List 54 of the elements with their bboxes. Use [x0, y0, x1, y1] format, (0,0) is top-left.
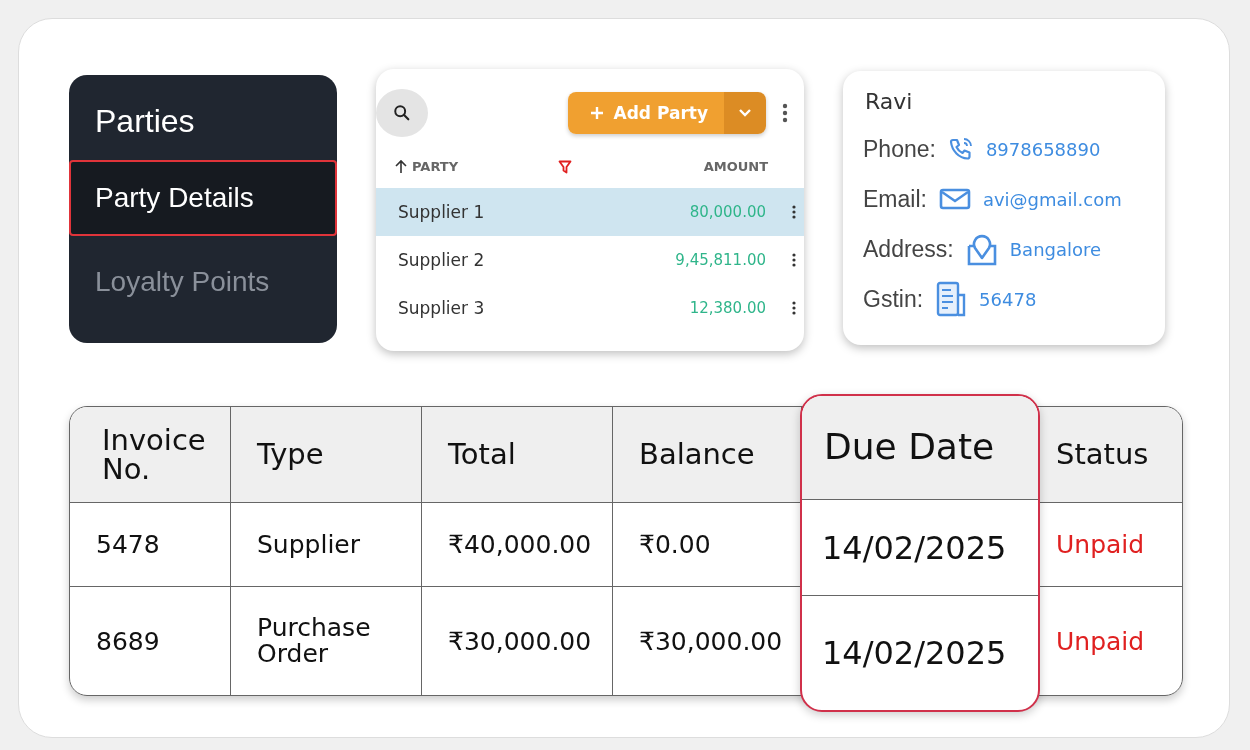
table-cell-text: ₹30,000.00 [638, 625, 784, 658]
column-header: Status [1040, 407, 1182, 503]
map-pin-icon [965, 232, 998, 266]
table-cell-text: 14/02/2025 [821, 633, 1008, 675]
table-cell: 14/02/2025 [802, 499, 1038, 597]
table-cell-text: Purchase Order [256, 611, 372, 670]
table-cell: Supplier [231, 503, 421, 587]
column-header: Due Date [802, 396, 1038, 500]
party-row[interactable]: Supplier 1 80,000.00 [376, 188, 804, 236]
party-amount: 12,380.00 [689, 299, 766, 317]
table-cell: ₹40,000.00 [422, 503, 612, 587]
column-header: AMOUNT [703, 159, 768, 174]
phone-icon [947, 136, 974, 162]
table-cell-text: 8689 [95, 625, 161, 658]
document-icon [935, 281, 968, 317]
field-label: Address: [863, 235, 954, 263]
party-amount: 80,000.00 [689, 203, 766, 221]
table-cell-text: ₹30,000.00 [447, 625, 593, 658]
field-label: Phone: [863, 135, 936, 163]
column-header: Total [422, 407, 612, 503]
field-value[interactable]: Bangalore [1009, 238, 1102, 260]
party-amount: 9,45,811.00 [675, 251, 766, 269]
envelope-icon [938, 188, 971, 210]
plus-icon [589, 106, 604, 120]
more-icon[interactable] [792, 253, 796, 267]
more-icon[interactable] [792, 205, 796, 219]
column-header: PARTY [412, 159, 459, 174]
search-button[interactable] [376, 89, 428, 137]
table-cell-text: Unpaid [1055, 625, 1146, 658]
chevron-down-icon [738, 108, 752, 118]
sidebar-title: Parties [94, 103, 196, 141]
party-row[interactable]: Supplier 3 12,380.00 [376, 284, 804, 332]
sidebar-item[interactable]: Party Details [69, 160, 337, 236]
more-icon[interactable] [792, 301, 796, 315]
column-header: Type [231, 407, 421, 503]
field-label: Gstin: [863, 285, 924, 313]
column-header: Balance [613, 407, 801, 503]
more-icon[interactable] [782, 103, 788, 123]
party-name: Supplier 2 [398, 250, 486, 270]
sort-arrow-icon[interactable] [394, 159, 408, 174]
party-name: Supplier 1 [398, 202, 486, 222]
table-cell: Unpaid [1040, 503, 1182, 587]
field-value[interactable]: avi@gmail.com [982, 188, 1122, 210]
field-value[interactable]: 8978658890 [985, 138, 1101, 160]
sidebar-item[interactable]: Loyalty Points [69, 244, 337, 320]
party-name: Supplier 3 [398, 298, 486, 318]
party-row[interactable]: Supplier 2 9,45,811.00 [376, 236, 804, 284]
column-header: Invoice No. [70, 407, 230, 503]
filter-icon[interactable] [558, 159, 573, 174]
field-value[interactable]: 56478 [979, 288, 1037, 310]
table-cell: 5478 [70, 503, 230, 587]
search-icon [393, 104, 411, 122]
contact-name: Ravi [865, 89, 914, 114]
field-label: Email: [863, 185, 927, 213]
